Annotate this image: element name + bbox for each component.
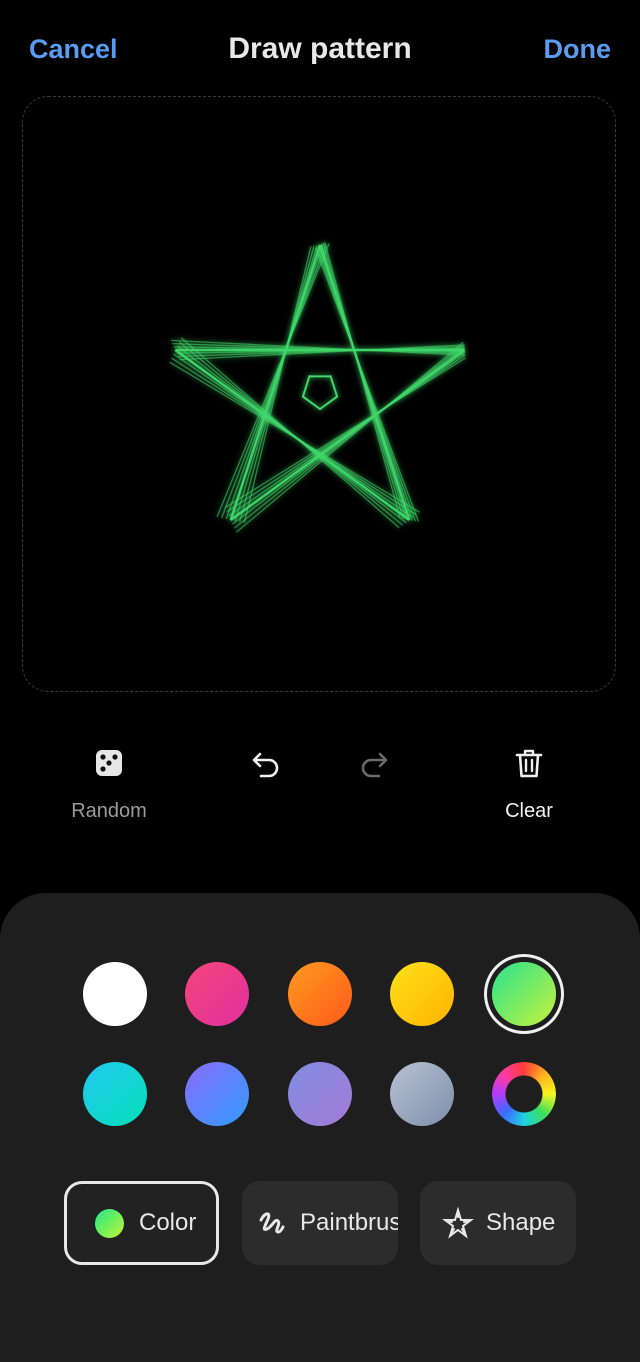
- color-dot-icon: [95, 1208, 124, 1238]
- edit-toolbar: Random Clear: [0, 730, 640, 840]
- shape-tab-label: Shape: [486, 1209, 556, 1236]
- paintbrush-tab[interactable]: Paintbrush: [242, 1181, 398, 1265]
- shape-star-icon: [442, 1207, 474, 1239]
- swatch-pink[interactable]: [185, 962, 249, 1026]
- color-tab[interactable]: Color: [64, 1181, 219, 1265]
- swatch-grey-blue[interactable]: [390, 1062, 454, 1126]
- star-stroke: [233, 344, 465, 529]
- done-button[interactable]: Done: [544, 34, 612, 65]
- drawing-canvas[interactable]: [22, 96, 616, 692]
- star-stroke: [239, 245, 315, 523]
- shape-tab[interactable]: Shape: [420, 1181, 576, 1265]
- swatch-orange[interactable]: [288, 962, 352, 1026]
- swatch-lavender[interactable]: [288, 1062, 352, 1126]
- star-stroke: [235, 341, 464, 533]
- star-stroke: [226, 354, 466, 513]
- clear-label: Clear: [505, 800, 553, 822]
- clear-button[interactable]: Clear: [494, 746, 564, 823]
- trash-icon: [515, 749, 543, 778]
- header: Cancel Draw pattern Done: [0, 0, 640, 100]
- undo-button[interactable]: [248, 746, 284, 780]
- star-stroke: [216, 243, 330, 518]
- swatch-cyan[interactable]: [83, 1062, 147, 1126]
- swatch-white[interactable]: [83, 962, 147, 1026]
- star-pattern: [169, 241, 467, 533]
- style-panel: Color Paintbrush Shape: [0, 893, 640, 1362]
- random-label: Random: [71, 800, 147, 822]
- swatch-color-wheel[interactable]: [492, 1062, 556, 1126]
- undo-icon: [252, 752, 279, 778]
- color-tab-label: Color: [139, 1209, 197, 1236]
- brush-stroke-icon: [259, 1212, 285, 1234]
- star-stroke: [232, 346, 465, 525]
- dice-icon: [96, 750, 122, 776]
- swatch-yellow[interactable]: [390, 962, 454, 1026]
- paintbrush-tab-label: Paintbrush: [300, 1209, 398, 1236]
- random-button[interactable]: Random: [66, 746, 152, 823]
- swatch-blue-violet[interactable]: [185, 1062, 249, 1126]
- star-center-ring: [301, 375, 339, 411]
- redo-button[interactable]: [356, 746, 392, 780]
- swatch-green[interactable]: [492, 962, 556, 1026]
- redo-icon: [361, 752, 388, 778]
